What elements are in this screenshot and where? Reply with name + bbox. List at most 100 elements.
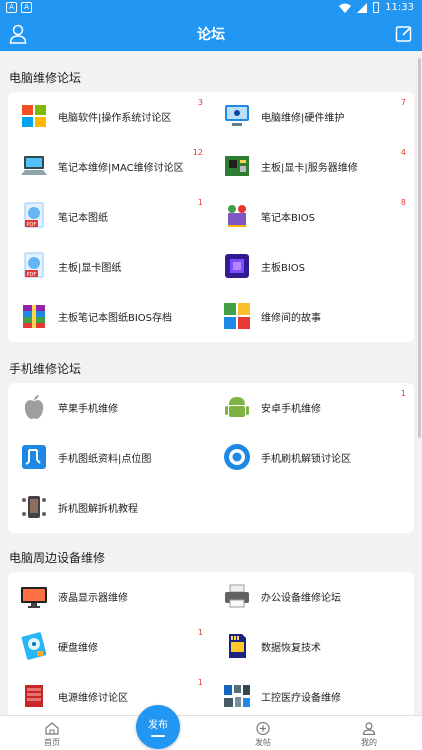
forum-label: 主板|显卡|服务器维修 [261,163,358,174]
forum-label: 笔记本维修|MAC维修讨论区 [58,163,184,174]
hard-drive-icon [21,632,47,660]
forum-label: 手机刷机解锁讨论区 [261,454,351,465]
topic-count: 3 [197,98,203,107]
section-title-phone: 手机维修论坛 [9,362,82,376]
forum-item-stories[interactable]: 维修间的故事 [211,292,414,342]
forum-item-archive[interactable]: 主板笔记本图纸BIOS存档 [8,292,211,342]
forum-label: 主板|显卡图纸 [58,263,122,274]
page-title: 论坛 [197,27,225,43]
chip-icon [225,254,249,278]
motherboard-icon [225,156,249,176]
status-time: 11:33 [385,2,414,13]
forum-label: 手机图纸资料|点位图 [58,454,152,465]
sd-card-icon [229,634,246,658]
section-card-phone: 苹果手机维修 安卓手机维修 1 手机图纸资料|点位图 手机刷机解锁讨论区 拆机图… [8,383,414,533]
forum-label: 苹果手机维修 [58,404,118,415]
edit-icon[interactable] [395,24,413,44]
profile-icon [362,722,376,735]
topic-count: 1 [197,678,203,687]
forum-item-industrial[interactable]: 工控医疗设备维修 [211,672,414,715]
tab-home-label: 首页 [44,738,60,747]
forum-item-teardown[interactable]: 拆机图解拆机教程 [8,483,211,533]
power-supply-icon [25,685,43,707]
tab-me-label: 我的 [361,738,377,747]
forum-item-data-recovery[interactable]: 数据恢复技术 [211,622,414,672]
forum-label: 笔记本BIOS [261,213,316,224]
forum-label: 硬盘维修 [58,643,98,654]
topic-count: 4 [400,148,406,157]
forum-item-apple[interactable]: 苹果手机维修 [8,383,211,433]
forum-item-psu[interactable]: 电源维修讨论区 1 [8,672,211,715]
add-circle-icon [256,722,270,735]
forum-label: 电源维修讨论区 [58,693,128,704]
forum-item-phone-schematics[interactable]: 手机图纸资料|点位图 [8,433,211,483]
bottom-nav: 首页 发帖 我的 [0,715,422,750]
notification-icons: A A [6,2,32,13]
topic-count: 1 [400,389,406,398]
unlock-icon [224,444,250,470]
forum-label: 拆机图解拆机教程 [58,504,138,515]
forum-item-android[interactable]: 安卓手机维修 1 [211,383,414,433]
forum-item-motherboard[interactable]: 主板|显卡|服务器维修 4 [211,142,414,192]
tab-home[interactable]: 首页 [22,716,82,750]
section-title-pc: 电脑维修论坛 [9,71,82,85]
battery-icon [373,2,380,13]
forum-item-phone-unlock[interactable]: 手机刷机解锁讨论区 [211,433,414,483]
pdf-icon: PDF [24,202,44,228]
scrollbar[interactable] [418,58,421,438]
stories-icon [224,303,250,329]
forum-label: 维修间的故事 [261,313,321,324]
topic-count: 1 [197,198,203,207]
publish-underline [151,735,165,737]
printer-icon [225,584,249,608]
svg-text:PDF: PDF [27,272,37,278]
signal-icon [357,2,368,13]
teardown-icon [22,496,46,518]
forum-label: 办公设备维修论坛 [261,593,341,604]
topic-count: 8 [400,198,406,207]
forum-label: 电脑维修|硬件维护 [261,113,345,124]
forum-item-laptop-schematics[interactable]: PDF 笔记本图纸 1 [8,192,211,242]
app-bar: 论坛 [0,17,422,51]
section-card-peripheral: 液晶显示器维修 办公设备维修论坛 硬盘维修 1 数据恢复技术 电源维修讨论区 1… [8,572,414,715]
status-bar: A A 11:33 [0,0,422,17]
topic-count: 7 [400,98,406,107]
forum-label: 数据恢复技术 [261,643,321,654]
tab-me[interactable]: 我的 [339,716,399,750]
wifi-icon [339,3,352,13]
publish-button[interactable]: 发布 [136,705,180,749]
schematic-icon [22,445,46,469]
android-icon [225,397,249,417]
notification-a-icon: A [6,2,17,13]
industrial-icon [224,685,250,707]
forum-item-pc-repair[interactable]: 电脑维修|硬件维护 7 [211,92,414,142]
archive-icon [23,305,45,328]
forum-item-laptop[interactable]: 笔记本维修|MAC维修讨论区 12 [8,142,211,192]
publish-label: 发布 [148,720,168,731]
notification-b-icon: A [21,2,32,13]
forum-item-hdd[interactable]: 硬盘维修 1 [8,622,211,672]
forum-item-board-bios[interactable]: 主板BIOS [211,242,414,292]
forum-item-pc-software[interactable]: 电脑软件|操作系统讨论区 3 [8,92,211,142]
svg-text:PDF: PDF [27,222,37,228]
tab-post[interactable]: 发帖 [233,716,293,750]
topic-count: 1 [197,628,203,637]
tab-post-label: 发帖 [255,738,271,747]
laptop-icon [21,156,47,175]
bios-chip-icon [228,205,246,227]
forum-item-laptop-bios[interactable]: 笔记本BIOS 8 [211,192,414,242]
forum-label: 液晶显示器维修 [58,593,128,604]
pdf-icon: PDF [24,252,44,278]
forum-label: 工控医疗设备维修 [261,693,341,704]
home-icon [45,722,59,735]
windows-icon [22,105,46,127]
forum-item-board-schematics[interactable]: PDF 主板|显卡图纸 [8,242,211,292]
topic-count: 12 [192,148,203,157]
forum-label: 笔记本图纸 [58,213,108,224]
forum-list[interactable]: 电脑维修论坛 电脑软件|操作系统讨论区 3 电脑维修|硬件维护 7 笔记本维修|… [0,51,422,715]
computer-repair-icon [225,105,249,126]
section-card-pc: 电脑软件|操作系统讨论区 3 电脑维修|硬件维护 7 笔记本维修|MAC维修讨论… [8,92,414,342]
forum-label: 安卓手机维修 [261,404,321,415]
forum-item-office[interactable]: 办公设备维修论坛 [211,572,414,622]
forum-item-lcd[interactable]: 液晶显示器维修 [8,572,211,622]
